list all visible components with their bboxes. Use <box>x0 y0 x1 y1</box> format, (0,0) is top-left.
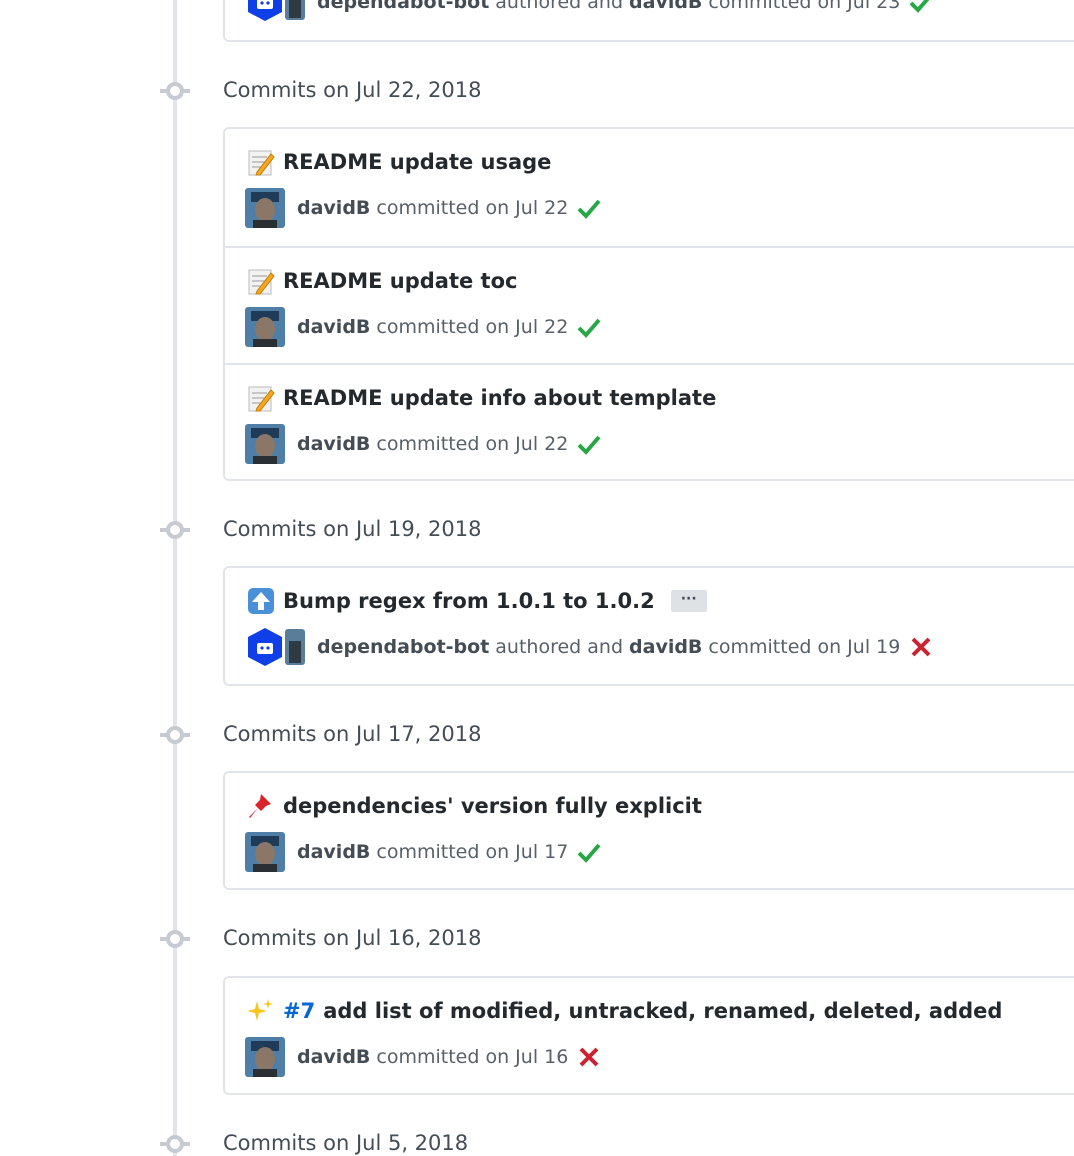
timeline-line <box>173 0 177 1156</box>
commit-title: README update toc <box>247 267 517 295</box>
commit-item: README update toc davidB committed on Ju… <box>225 246 1074 363</box>
avatar-stack[interactable] <box>245 0 305 22</box>
commit-box-partial: dependabot-bot authored and davidB commi… <box>223 0 1074 42</box>
group-date-title: Commits on Jul 22, 2018 <box>223 78 482 102</box>
arrow-up-icon <box>248 588 274 614</box>
commit-list: #7 add list of modified, untracked, rena… <box>223 976 1074 1095</box>
commit-title: #7 add list of modified, untracked, rena… <box>247 997 1002 1025</box>
commit-meta: davidB committed on Jul 16 <box>245 1037 602 1077</box>
commit-item: README update info about template davidB… <box>225 363 1074 480</box>
commit-message-link[interactable]: README update info about template <box>283 386 716 410</box>
avatar[interactable] <box>245 424 285 464</box>
dependabot-avatar-icon <box>248 0 305 21</box>
check-icon[interactable] <box>908 0 934 15</box>
commit-list: README update usage davidB committed on … <box>223 127 1074 481</box>
commit-meta: davidB committed on Jul 22 <box>245 307 602 347</box>
commit-meta: davidB committed on Jul 22 <box>245 424 602 464</box>
avatar[interactable] <box>245 307 285 347</box>
x-icon[interactable] <box>576 1044 602 1070</box>
commit-node-icon <box>160 1135 190 1153</box>
commit-item: #7 add list of modified, untracked, rena… <box>225 978 1074 1095</box>
author-link[interactable]: dependabot-bot <box>317 0 489 13</box>
commit-meta: davidB committed on Jul 17 <box>245 832 602 872</box>
commit-date: committed on Jul 17 <box>376 841 569 863</box>
check-icon[interactable] <box>576 195 602 221</box>
commit-node-icon <box>160 521 190 539</box>
commit-date: committed on Jul 22 <box>376 316 569 338</box>
avatar-stack[interactable] <box>245 627 305 667</box>
group-date-title: Commits on Jul 17, 2018 <box>223 722 482 746</box>
commit-date: committed on Jul 22 <box>376 197 569 219</box>
memo-icon <box>248 150 275 176</box>
x-icon[interactable] <box>908 634 934 660</box>
avatar[interactable] <box>245 188 285 228</box>
commit-item: README update usage davidB committed on … <box>225 129 1074 246</box>
commit-item: Bump regex from 1.0.1 to 1.0.2 ··· depen… <box>225 568 1074 685</box>
commit-group-header: Commits on Jul 17, 2018 <box>0 720 1074 750</box>
issue-link[interactable]: #7 <box>283 999 315 1023</box>
commit-message-link[interactable]: Bump regex from 1.0.1 to 1.0.2 <box>283 589 655 613</box>
commit-title: dependencies' version fully explicit <box>247 792 702 820</box>
commit-title: README update usage <box>247 148 551 176</box>
commit-item: dependencies' version fully explicit dav… <box>225 773 1074 890</box>
committer-link[interactable]: davidB <box>629 636 702 658</box>
check-icon[interactable] <box>576 839 602 865</box>
commit-node-icon <box>160 930 190 948</box>
check-icon[interactable] <box>576 431 602 457</box>
author-link[interactable]: davidB <box>297 841 370 863</box>
commit-group-header: Commits on Jul 5, 2018 <box>0 1129 1074 1156</box>
memo-icon <box>248 386 275 412</box>
group-date-title: Commits on Jul 19, 2018 <box>223 517 482 541</box>
commit-node-icon <box>160 82 190 100</box>
group-date-title: Commits on Jul 16, 2018 <box>223 926 482 950</box>
commit-title: Bump regex from 1.0.1 to 1.0.2 ··· <box>247 587 707 615</box>
sparkles-icon <box>247 999 273 1021</box>
commit-message-link[interactable]: dependencies' version fully explicit <box>283 794 702 818</box>
avatar[interactable] <box>245 1037 285 1077</box>
commit-title: README update info about template <box>247 384 716 412</box>
expand-message-button[interactable]: ··· <box>670 590 707 612</box>
commit-message-link[interactable]: README update usage <box>283 150 551 174</box>
author-link[interactable]: davidB <box>297 197 370 219</box>
commit-message-link[interactable]: README update toc <box>283 269 517 293</box>
commit-meta: dependabot-bot authored and davidB commi… <box>245 0 934 22</box>
authored-text: authored and <box>495 636 624 658</box>
commit-history-page: dependabot-bot authored and davidB commi… <box>0 0 1074 1156</box>
author-link[interactable]: davidB <box>297 1046 370 1068</box>
commit-meta: davidB committed on Jul 22 <box>245 188 602 228</box>
committer-link[interactable]: davidB <box>629 0 702 13</box>
commit-group-header: Commits on Jul 19, 2018 <box>0 515 1074 545</box>
pushpin-icon <box>249 794 271 818</box>
memo-icon <box>248 269 275 295</box>
author-link[interactable]: dependabot-bot <box>317 636 489 658</box>
author-link[interactable]: davidB <box>297 433 370 455</box>
commit-date: committed on Jul 22 <box>376 433 569 455</box>
commit-group-header: Commits on Jul 16, 2018 <box>0 924 1074 954</box>
group-date-title: Commits on Jul 5, 2018 <box>223 1131 469 1155</box>
commit-node-icon <box>160 726 190 744</box>
commit-meta: dependabot-bot authored and davidB commi… <box>245 627 934 667</box>
commit-date: committed on Jul 16 <box>376 1046 569 1068</box>
commit-list: Bump regex from 1.0.1 to 1.0.2 ··· depen… <box>223 566 1074 686</box>
dependabot-avatar-icon <box>248 628 305 666</box>
avatar[interactable] <box>245 832 285 872</box>
commit-message-link[interactable]: add list of modified, untracked, renamed… <box>323 999 1002 1023</box>
authored-text: authored and <box>495 0 624 13</box>
commit-date: committed on Jul 19 <box>708 636 901 658</box>
check-icon[interactable] <box>576 314 602 340</box>
commit-group-header: Commits on Jul 22, 2018 <box>0 76 1074 106</box>
commit-date: committed on Jul 23 <box>708 0 901 13</box>
author-link[interactable]: davidB <box>297 316 370 338</box>
commit-list: dependencies' version fully explicit dav… <box>223 771 1074 890</box>
